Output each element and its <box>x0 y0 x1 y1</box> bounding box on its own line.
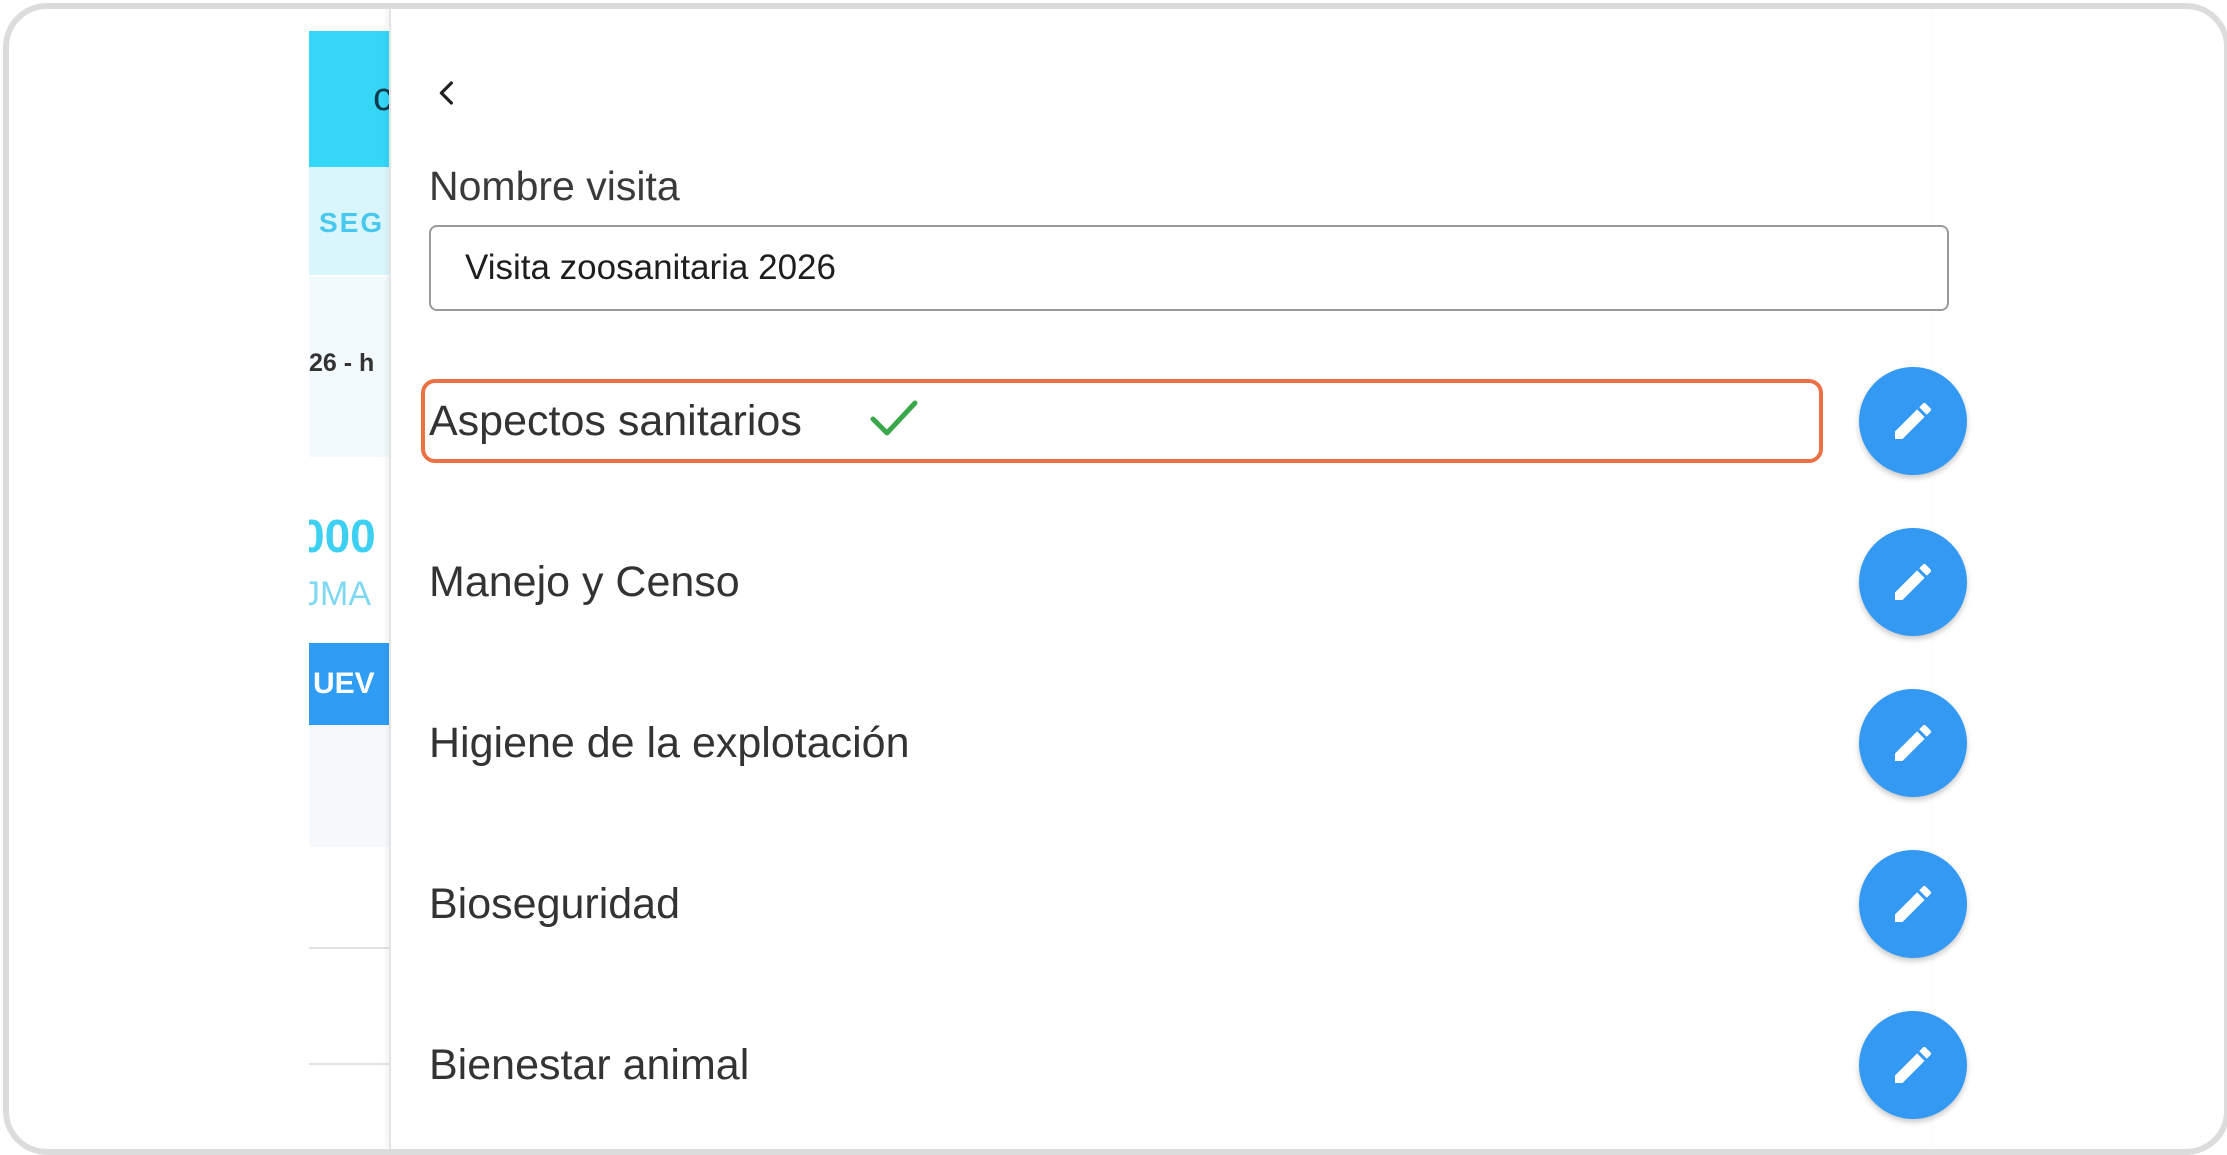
section-label: Bioseguridad <box>429 880 681 928</box>
section-label: Higiene de la explotación <box>429 719 910 767</box>
edit-button-bienestar-animal[interactable] <box>1859 1011 1967 1119</box>
background-date-text: 26 - h <box>309 349 375 377</box>
edit-button-aspectos-sanitarios[interactable] <box>1859 367 1967 475</box>
screenshot-frame: c SEG 26 - h 000 JMA UEV Nombre visita A… <box>3 3 2227 1155</box>
pencil-icon <box>1895 563 1932 600</box>
pencil-icon <box>1895 724 1932 761</box>
background-number-text: 000 <box>309 510 376 562</box>
section-row-aspectos-sanitarios[interactable]: Aspectos sanitarios <box>429 365 1967 477</box>
visit-panel: Nombre visita Aspectos sanitarios Manejo… <box>389 9 1967 1149</box>
edit-button-bioseguridad[interactable] <box>1859 850 1967 958</box>
section-row-bioseguridad[interactable]: Bioseguridad <box>429 848 1967 960</box>
background-tab-label[interactable]: SEG <box>319 207 384 239</box>
edit-button-higiene[interactable] <box>1859 689 1967 797</box>
edit-button-manejo-y-censo[interactable] <box>1859 528 1967 636</box>
background-divider <box>309 947 399 949</box>
section-label: Manejo y Censo <box>429 558 740 606</box>
visit-name-label: Nombre visita <box>429 163 680 209</box>
chevron-left-icon <box>439 81 453 105</box>
background-divider <box>309 1063 399 1065</box>
background-fade <box>309 725 399 847</box>
background-app: c SEG 26 - h 000 JMA UEV <box>309 31 399 1131</box>
check-icon <box>870 400 918 436</box>
pencil-icon <box>1895 885 1932 922</box>
back-button[interactable] <box>421 67 473 119</box>
section-label: Bienestar animal <box>429 1041 750 1089</box>
pencil-icon <box>1895 1046 1932 1083</box>
section-row-bienestar-animal[interactable]: Bienestar animal <box>429 1009 1967 1121</box>
section-row-higiene[interactable]: Higiene de la explotación <box>429 687 1967 799</box>
visit-name-input[interactable] <box>429 225 1949 311</box>
background-new-button-label: UEV <box>313 667 375 700</box>
section-label: Aspectos sanitarios <box>429 397 802 445</box>
background-header: c <box>309 31 399 167</box>
section-row-manejo-y-censo[interactable]: Manejo y Censo <box>429 526 1967 638</box>
background-sub-text: JMA <box>309 575 371 613</box>
pencil-icon <box>1895 402 1932 439</box>
